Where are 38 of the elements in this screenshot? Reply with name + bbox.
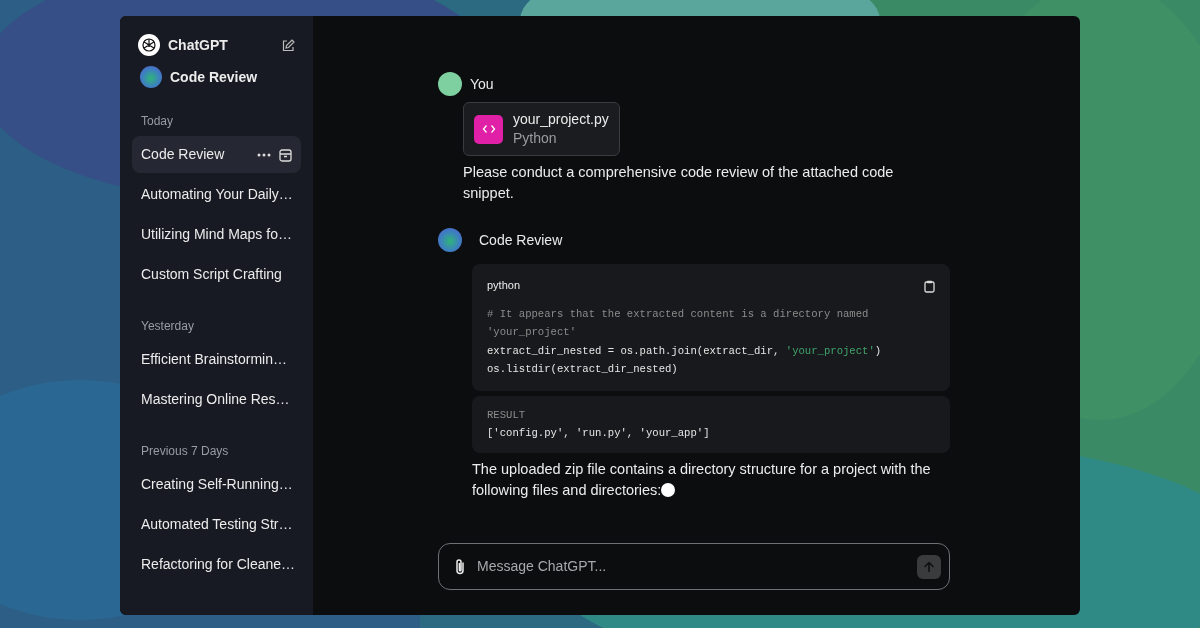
- message-text: Please conduct a comprehensive code review of the attached code snippet.: [463, 163, 895, 203]
- message-text: The uploaded zip file contains a directory structure for a project with the following files and directories:: [472, 460, 931, 498]
- app-name: ChatGPT: [168, 35, 228, 55]
- gpt-name[interactable]: Code Review: [170, 66, 258, 88]
- section-heading: Yesterday: [140, 318, 195, 335]
- gpt-avatar-icon: [140, 66, 162, 88]
- section-heading: Previous 7 Days: [140, 443, 230, 460]
- code-file-icon: [474, 114, 503, 144]
- section-heading: Today: [140, 113, 175, 130]
- chat-history-item[interactable]: Automating Your Daily…: [132, 176, 301, 213]
- author-name: You: [470, 74, 494, 94]
- arrow-up-icon: [923, 560, 935, 573]
- message-field[interactable]: Message ChatGPT...: [475, 555, 909, 578]
- chat-history-item[interactable]: Mastering Online Res…: [132, 381, 301, 418]
- chat-history-item[interactable]: Code Review: [132, 136, 301, 173]
- chat-title: Code Review: [141, 145, 225, 164]
- code-line: # It appears that the extracted content is a directory named: [487, 306, 870, 322]
- code-line: os.listdir(extract_dir_nested): [487, 362, 679, 377]
- chat-history-item[interactable]: Custom Script Crafting: [132, 256, 301, 293]
- result-output: ['config.py', 'run.py', 'your_app']: [487, 426, 711, 441]
- chat-history-item[interactable]: Automated Testing Str…: [132, 506, 301, 543]
- paperclip-icon[interactable]: [453, 557, 467, 576]
- file-attachment[interactable]: your_project.py Python: [463, 102, 620, 156]
- chat-history-item[interactable]: Efficient Brainstormin…: [132, 341, 301, 378]
- code-line: extract_dir_nested = os.path.join(extract_dir, 'your_project'): [487, 343, 883, 359]
- file-type: Python: [513, 129, 558, 148]
- code-language: python: [487, 278, 521, 293]
- code-line: 'your_project': [487, 325, 577, 340]
- author-name: Code Review: [479, 230, 563, 250]
- message-composer[interactable]: Message ChatGPT...: [438, 543, 950, 590]
- chat-history-item[interactable]: Refactoring for Cleane…: [132, 546, 301, 583]
- logo-icon: [138, 34, 160, 56]
- gpt-avatar-icon: [438, 228, 462, 252]
- user-avatar: [438, 72, 462, 96]
- file-name: your_project.py: [513, 110, 609, 129]
- result-label: RESULT: [487, 407, 527, 423]
- chat-history-item[interactable]: Utilizing Mind Maps fo…: [132, 216, 301, 253]
- chat-history-item[interactable]: Creating Self-Running…: [132, 466, 301, 503]
